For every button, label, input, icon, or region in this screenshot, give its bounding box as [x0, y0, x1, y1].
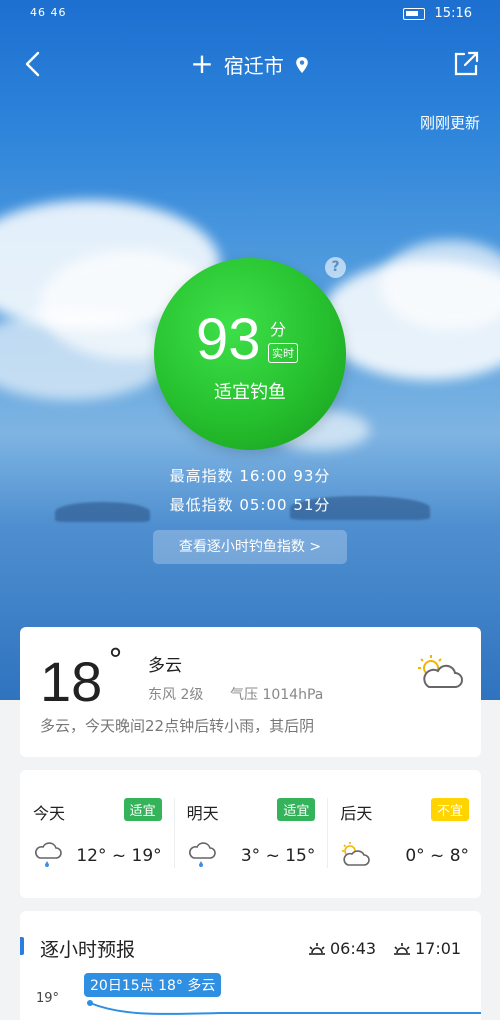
forecast-day-after[interactable]: 后天 不宜 0° ~ 8° — [327, 770, 481, 898]
realtime-tag: 实时 — [268, 343, 298, 363]
help-icon[interactable]: ? — [325, 257, 346, 278]
wind-info: 东风 2级 — [148, 687, 204, 703]
score-value: 93 — [196, 307, 261, 372]
battery-icon — [402, 7, 425, 20]
weather-condition: 多云 — [148, 656, 182, 676]
partly-cloudy-icon — [342, 842, 371, 866]
forecast-tomorrow[interactable]: 明天 适宜 3° ~ 15° — [173, 770, 328, 898]
day-name: 后天 — [340, 804, 373, 823]
hourly-forecast-card: 逐小时预报 06:43 17:01 20日15点 18° 多云 19° — [20, 911, 481, 1020]
hourly-tooltip: 20日15点 18° 多云 — [84, 973, 222, 997]
sunrise-time: 06:43 — [330, 939, 377, 958]
weather-description: 多云，今天晚间22点钟后转小雨，其后阴 — [40, 717, 315, 735]
current-temperature: 18 — [40, 650, 103, 713]
day-name: 明天 — [186, 804, 219, 823]
status-badge: 适宜 — [277, 798, 316, 821]
max-index: 最高指数 16:00 93分 — [169, 467, 331, 485]
city-name: 宿迁市 — [223, 54, 284, 78]
sunset-icon — [394, 942, 410, 955]
partly-cloudy-icon — [418, 655, 463, 688]
sunrise: 06:43 — [308, 939, 376, 958]
status-bar: 46 46 15:16 — [0, 0, 500, 30]
temperature-range: 12° ~ 19° — [76, 846, 162, 866]
score-label: 适宜钓鱼 — [214, 382, 286, 403]
temperature-range: 0° ~ 8° — [405, 846, 470, 866]
min-index: 最低指数 05:00 51分 — [169, 496, 331, 514]
city-selector[interactable]: + 宿迁市 — [0, 49, 500, 79]
status-badge: 适宜 — [123, 798, 162, 821]
three-day-forecast-card: 今天 适宜 12° ~ 19° 明天 适宜 3° ~ 15° 后天 不宜 0° … — [20, 770, 481, 898]
sunrise-icon — [309, 942, 325, 955]
day-name: 今天 — [33, 804, 66, 823]
top-bar: + 宿迁市 — [0, 40, 500, 88]
y-axis-label: 19° — [36, 991, 60, 1006]
forecast-today[interactable]: 今天 适宜 12° ~ 19° — [20, 770, 174, 898]
degree-symbol: ° — [108, 643, 123, 678]
status-badge: 不宜 — [431, 798, 470, 821]
location-pin-icon — [295, 56, 308, 73]
add-city-icon[interactable]: + — [190, 49, 213, 78]
sunset: 17:01 — [393, 939, 461, 958]
score-unit: 分 — [270, 320, 287, 339]
sunset-time: 17:01 — [415, 939, 462, 958]
current-weather-card: 18 ° 多云 东风 2级 气压 1014hPa 多云，今天晚间22点钟后转小雨… — [20, 627, 481, 757]
section-accent — [20, 937, 24, 955]
light-rain-icon — [35, 842, 62, 867]
share-icon[interactable] — [450, 48, 482, 80]
pressure-info: 气压 1014hPa — [230, 687, 324, 703]
hourly-temperature-chart — [87, 1000, 481, 1015]
signal-indicator: 46 46 — [30, 6, 67, 19]
temperature-range: 3° ~ 15° — [240, 846, 316, 866]
clock: 15:16 — [434, 6, 472, 21]
light-rain-icon — [188, 842, 216, 867]
update-status: 刚刚更新 — [419, 114, 480, 132]
section-title: 逐小时预报 — [40, 939, 136, 961]
hourly-index-button[interactable]: 查看逐小时钓鱼指数 > — [153, 530, 347, 564]
